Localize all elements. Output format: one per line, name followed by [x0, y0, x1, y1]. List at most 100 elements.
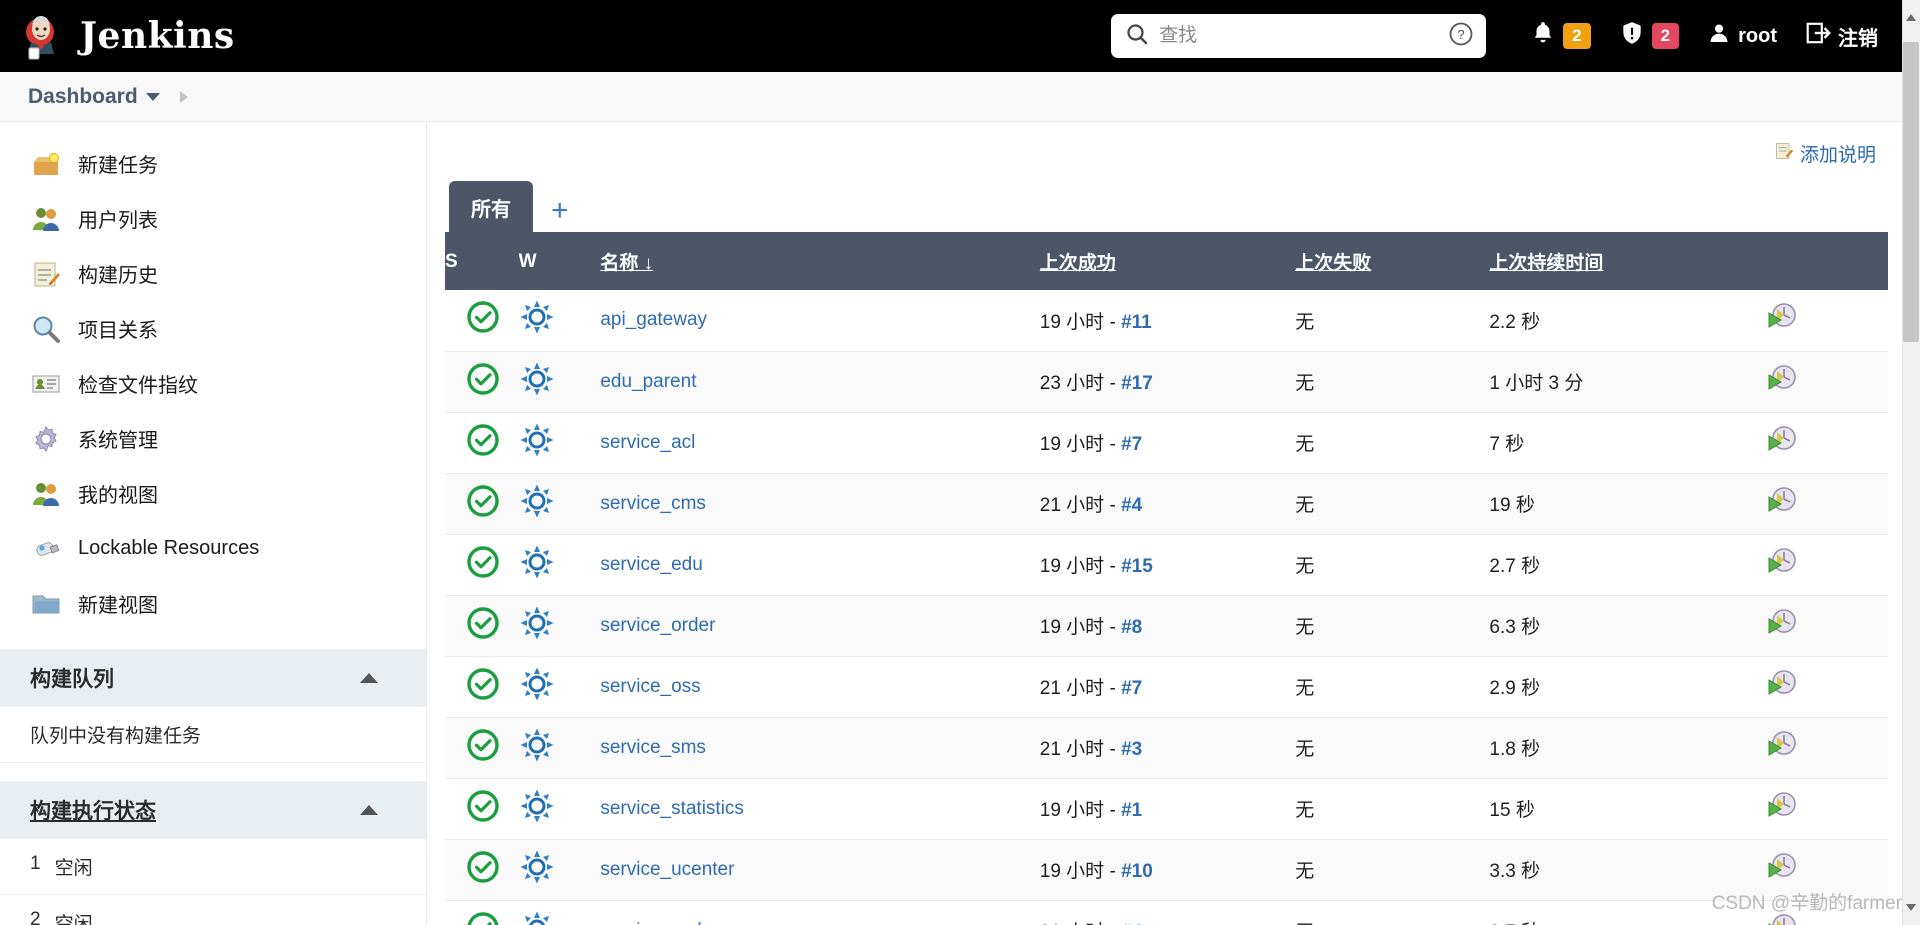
table-row[interactable]: service_vod21 小时 - #4无2.7 秒 — [445, 900, 1888, 925]
add-view-button[interactable]: + — [533, 196, 587, 232]
column-header-name[interactable]: 名称 ↓ — [600, 253, 653, 274]
schedule-build-icon[interactable] — [1765, 364, 1799, 401]
schedule-build-icon[interactable] — [1765, 547, 1799, 584]
table-row[interactable]: service_ucenter 19 小时 - #10 无 3.3 秒 — [445, 839, 1888, 900]
breadcrumb-item-dashboard[interactable]: Dashboard — [28, 85, 138, 109]
table-row[interactable]: edu_parent 23 小时 - #17 无 1 小时 3 分 — [445, 351, 1888, 412]
weather-sunny-icon[interactable] — [519, 850, 555, 890]
last-success-build-link[interactable]: #3 — [1121, 739, 1142, 760]
job-name-link[interactable]: service_order — [600, 615, 715, 636]
build-queue-header[interactable]: 构建队列 — [0, 649, 426, 707]
sidebar-item-fingerprint-check[interactable]: 检查文件指纹 — [0, 356, 426, 411]
user-menu-button[interactable]: root — [1693, 21, 1791, 51]
chevron-down-icon[interactable] — [145, 92, 160, 101]
scroll-up-icon[interactable] — [1906, 14, 1916, 21]
weather-sunny-icon[interactable] — [519, 545, 555, 585]
success-check-icon[interactable] — [465, 728, 501, 768]
schedule-build-icon[interactable] — [1765, 669, 1799, 706]
weather-sunny-icon[interactable] — [519, 362, 555, 402]
scrollbar-thumb[interactable] — [1903, 42, 1919, 342]
last-success-build-link[interactable]: #7 — [1121, 678, 1142, 699]
job-name-link[interactable]: service_oss — [600, 676, 700, 697]
sidebar-item-new-job[interactable]: 新建任务 — [0, 136, 426, 191]
table-row[interactable]: service_order 19 小时 - #8 无 6.3 秒 — [445, 595, 1888, 656]
weather-sunny-icon[interactable] — [519, 728, 555, 768]
executor-row[interactable]: 2 空闲 — [0, 895, 426, 925]
table-row[interactable]: service_edu 19 小时 - #15 无 2.7 秒 — [445, 534, 1888, 595]
column-header-last-failure[interactable]: 上次失败 — [1295, 253, 1371, 274]
tab-all[interactable]: 所有 — [449, 181, 533, 232]
last-success-build-link[interactable]: #1 — [1121, 800, 1142, 821]
weather-sunny-icon[interactable] — [519, 606, 555, 646]
success-check-icon[interactable] — [465, 423, 501, 463]
last-success-build-link[interactable]: #11 — [1121, 312, 1152, 333]
last-success-build-link[interactable]: #4 — [1121, 495, 1142, 516]
job-name-link[interactable]: service_statistics — [600, 798, 744, 819]
sidebar-item-my-views[interactable]: 我的视图 — [0, 466, 426, 521]
sidebar-item-manage-jenkins[interactable]: 系统管理 — [0, 411, 426, 466]
column-header-status[interactable]: S — [445, 232, 519, 290]
page-scrollbar[interactable] — [1902, 0, 1920, 925]
weather-sunny-icon[interactable] — [519, 300, 555, 340]
weather-sunny-icon[interactable] — [519, 789, 555, 829]
chevron-up-icon[interactable] — [360, 673, 378, 683]
success-check-icon[interactable] — [465, 301, 501, 340]
success-check-icon[interactable] — [465, 850, 501, 890]
schedule-build-icon[interactable] — [1765, 486, 1799, 523]
table-row[interactable]: service_acl 19 小时 - #7 无 7 秒 — [445, 412, 1888, 473]
column-header-last-duration[interactable]: 上次持续时间 — [1489, 253, 1603, 274]
notifications-button[interactable]: 2 — [1516, 20, 1604, 52]
table-row[interactable]: service_cms 21 小时 - #4 无 19 秒 — [445, 473, 1888, 534]
job-name-link[interactable]: service_cms — [600, 493, 706, 514]
last-success-build-link[interactable]: #15 — [1121, 556, 1153, 577]
last-success-build-link[interactable]: #7 — [1121, 434, 1142, 455]
weather-sunny-icon[interactable] — [519, 484, 555, 524]
schedule-build-icon[interactable] — [1765, 608, 1799, 645]
last-success-build-link[interactable]: #17 — [1121, 373, 1153, 394]
sidebar-item-lockable-resources[interactable]: Lockable Resources — [0, 521, 426, 576]
schedule-build-icon[interactable] — [1765, 852, 1799, 889]
weather-sunny-icon[interactable] — [519, 667, 555, 707]
success-check-icon[interactable] — [465, 667, 501, 707]
table-row[interactable]: service_statistics 19 小时 - #1 无 15 秒 — [445, 778, 1888, 839]
column-header-last-success[interactable]: 上次成功 — [1040, 253, 1116, 274]
last-success-build-link[interactable]: #10 — [1121, 861, 1153, 882]
build-executor-title[interactable]: 构建执行状态 — [30, 795, 156, 825]
search-box[interactable]: ? — [1111, 14, 1487, 58]
table-row[interactable]: service_sms 21 小时 - #3 无 1.8 秒 — [445, 717, 1888, 778]
job-name-link[interactable]: service_ucenter — [600, 859, 734, 880]
job-name-link[interactable]: api_gateway — [600, 309, 707, 330]
sidebar-item-build-history[interactable]: 构建历史 — [0, 246, 426, 301]
schedule-build-icon[interactable] — [1765, 791, 1799, 828]
column-header-weather[interactable]: W — [518, 232, 601, 290]
job-name-link[interactable]: edu_parent — [600, 371, 696, 392]
success-check-icon[interactable] — [465, 545, 501, 585]
success-check-icon[interactable] — [465, 789, 501, 829]
security-alerts-button[interactable]: 2 — [1605, 20, 1693, 52]
success-check-icon[interactable] — [465, 362, 501, 402]
last-success-build-link[interactable]: #8 — [1121, 617, 1142, 638]
logout-button[interactable]: 注销 — [1791, 20, 1892, 52]
executor-row[interactable]: 1 空闲 — [0, 839, 426, 895]
job-name-link[interactable]: service_vod — [600, 920, 701, 925]
scroll-down-icon[interactable] — [1906, 904, 1916, 911]
schedule-build-icon[interactable] — [1765, 303, 1799, 339]
weather-sunny-icon[interactable] — [519, 423, 555, 463]
brand-home-link[interactable]: Jenkins — [18, 12, 235, 60]
success-check-icon[interactable] — [465, 606, 501, 646]
job-name-link[interactable]: service_sms — [600, 737, 706, 758]
job-name-link[interactable]: service_acl — [600, 432, 695, 453]
sidebar-item-new-view[interactable]: 新建视图 — [0, 576, 426, 631]
add-description-button[interactable]: 添加说明 — [1774, 140, 1876, 167]
build-executor-header[interactable]: 构建执行状态 — [0, 781, 426, 839]
sidebar-item-user-list[interactable]: 用户列表 — [0, 191, 426, 246]
table-row[interactable]: service_oss 21 小时 - #7 无 2.9 秒 — [445, 656, 1888, 717]
job-name-link[interactable]: service_edu — [600, 554, 702, 575]
search-input[interactable] — [1159, 25, 1443, 47]
schedule-build-icon[interactable] — [1765, 730, 1799, 767]
sidebar-item-project-relationship[interactable]: 项目关系 — [0, 301, 426, 356]
success-check-icon[interactable] — [465, 484, 501, 524]
help-circle-icon[interactable]: ? — [1448, 21, 1474, 52]
table-row[interactable]: api_gateway 19 小时 - #11 无 2.2 秒 — [445, 290, 1888, 351]
schedule-build-icon[interactable] — [1765, 425, 1799, 462]
